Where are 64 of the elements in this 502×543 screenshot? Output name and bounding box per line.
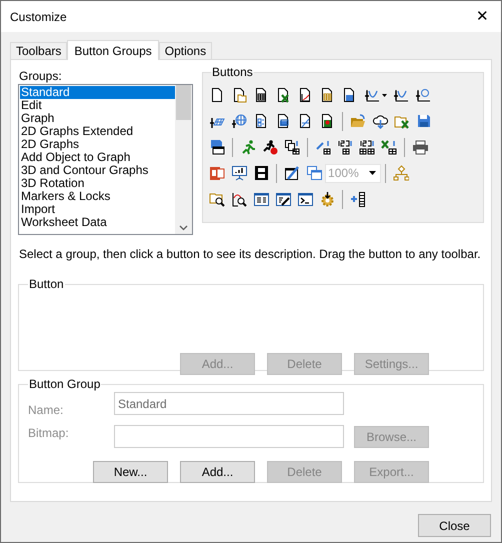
document-folder-icon[interactable] [231,87,248,103]
running-figure-stop-icon[interactable] [262,139,278,155]
tab[interactable]: Options [158,42,212,59]
cloud-download-icon[interactable] [372,113,388,129]
number-tables-icon[interactable] [359,139,376,155]
wand-table-icon[interactable] [315,139,332,155]
windows-icon[interactable] [306,165,322,181]
document-copy-icon[interactable] [275,113,292,129]
list-item[interactable]: Edit [20,99,176,112]
chart-search-icon[interactable] [231,191,248,207]
dialog-button[interactable]: Add... [180,461,255,483]
dialog-button[interactable]: New... [93,461,168,483]
instruction-text: Select a group, then click a button to see its description. Drag the button to any toolbar. [19,246,482,263]
field-label: Bitmap: [28,425,69,442]
close-button[interactable]: ✕ [472,9,493,24]
pen-box-icon[interactable] [284,165,300,181]
group-list[interactable]: Standard Edit Graph 2D Graphs Extended 2D Graphs Add Object to Graph 3D and Contour Graphs 3D Rotation Markers & Locks Import Worksheet Data [18,84,194,235]
running-figure-icon[interactable] [240,139,256,155]
film-strip-icon[interactable] [253,165,270,181]
flowchart-icon[interactable] [393,165,410,181]
spreadsheet-table-icon[interactable] [381,139,398,155]
gear-icon[interactable] [319,191,336,207]
field-label: Name: [28,402,64,419]
caret-icon[interactable] [382,94,387,96]
list-item[interactable]: 2D Graphs [20,138,176,151]
list-item[interactable]: 2D Graphs Extended [20,125,176,138]
folder-search-icon[interactable] [209,191,226,207]
tab[interactable]: Button Groups [67,40,159,60]
function-curve-icon[interactable] [393,87,410,103]
scroll-down-icon[interactable] [179,225,188,231]
save-window-icon[interactable] [209,139,226,155]
group-title: Button Group [28,376,102,393]
scroll-thumb[interactable] [176,85,192,120]
save-icon[interactable] [416,113,432,129]
function-curve-icon[interactable] [364,87,380,103]
list-item[interactable]: Import [20,203,176,216]
presentation-file-icon[interactable] [209,165,226,181]
group-title: Buttons [211,64,254,81]
function-magnifier-icon[interactable] [415,87,432,103]
list-item[interactable]: Markers & Locks [20,190,176,203]
list-item[interactable]: 3D Rotation [20,177,176,190]
printer-icon[interactable] [412,139,428,155]
scrollbar[interactable] [175,85,192,234]
function-globe-icon[interactable] [231,113,248,129]
list-item[interactable]: Worksheet Data [20,216,176,229]
form-pen-icon[interactable] [275,191,292,207]
list-item[interactable]: Standard [20,86,176,99]
list-item[interactable]: 3D and Contour Graphs [20,164,176,177]
open-folder-icon[interactable] [350,113,366,129]
copy-table-icon[interactable] [284,139,300,155]
list-item[interactable]: Add Object to Graph [20,151,176,164]
window-title: Customize [10,8,67,26]
group-title: Button [28,276,65,293]
terminal-icon[interactable] [297,191,314,207]
number-table-icon[interactable] [337,139,354,155]
spreadsheet-document-icon[interactable] [275,87,292,103]
form-window-icon[interactable] [253,191,270,207]
dialog-button[interactable]: Close [418,514,491,537]
tab[interactable]: Toolbars [10,42,68,59]
caret-icon [369,171,376,175]
field-label: Groups: [19,69,63,84]
list-item[interactable]: Graph [20,112,176,125]
presentation-board-icon[interactable] [231,165,248,181]
add-column-icon[interactable] [350,191,366,207]
